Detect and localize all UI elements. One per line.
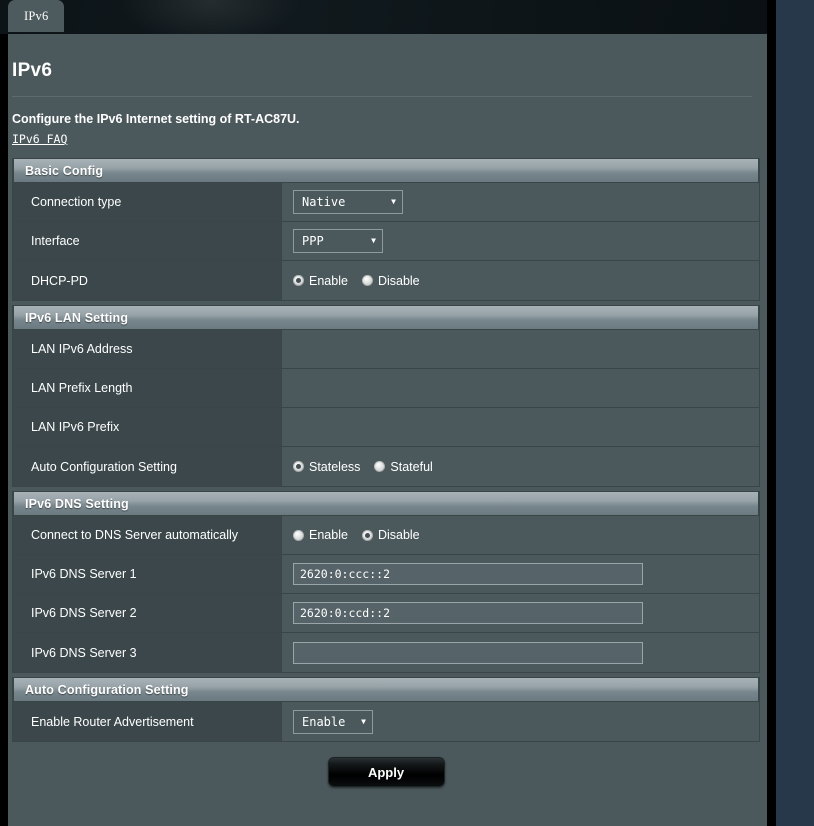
top-header-band bbox=[0, 0, 767, 34]
tab-strip: IPv6 bbox=[8, 0, 65, 34]
input-ipv6-dns-server-2[interactable] bbox=[293, 602, 643, 624]
dropdown-interface[interactable]: PPP ▼ bbox=[293, 229, 383, 253]
dropdown-value-connection-type: Native bbox=[302, 195, 346, 209]
label-ipv6-dns-server-3: IPv6 DNS Server 3 bbox=[13, 633, 282, 672]
section-ipv6-dns-setting: IPv6 DNS Setting Connect to DNS Server au… bbox=[12, 491, 760, 673]
value-cell-dhcp-pd: Enable Disable bbox=[282, 261, 759, 300]
value-cell-interface: PPP ▼ bbox=[282, 222, 759, 260]
radio-button-icon[interactable] bbox=[361, 529, 373, 541]
ipv6-faq-link[interactable]: IPv6 FAQ bbox=[12, 132, 67, 146]
label-enable-router-advertisement: Enable Router Advertisement bbox=[13, 702, 282, 741]
row-dhcp-pd: DHCP-PD Enable Disable bbox=[13, 261, 759, 300]
value-cell-lan-ipv6-prefix bbox=[282, 408, 759, 446]
section-header-auto-configuration-setting-section: Auto Configuration Setting bbox=[13, 677, 759, 702]
radio-label: Enable bbox=[309, 273, 348, 288]
radio-connect-dns-automatically-enable[interactable]: Enable bbox=[293, 528, 348, 542]
tab-ipv6[interactable]: IPv6 bbox=[8, 0, 65, 32]
section-auto-configuration-setting-section: Auto Configuration Setting Enable Router … bbox=[12, 677, 760, 742]
section-basic-config: Basic Config Connection type Native ▼ Interf… bbox=[12, 158, 760, 301]
value-cell-ipv6-dns-server-1 bbox=[282, 555, 759, 593]
radio-button-icon[interactable] bbox=[293, 461, 304, 472]
section-header-ipv6-dns-setting: IPv6 DNS Setting bbox=[13, 491, 759, 516]
apply-bar: Apply bbox=[12, 746, 760, 798]
radio-group-auto-configuration-setting: Stateless Stateful bbox=[293, 460, 433, 474]
value-cell-ipv6-dns-server-2 bbox=[282, 594, 759, 632]
value-cell-ipv6-dns-server-3 bbox=[282, 633, 759, 672]
row-connection-type: Connection type Native ▼ bbox=[13, 183, 759, 222]
radio-button-icon[interactable] bbox=[361, 275, 373, 286]
right-rail-background bbox=[776, 0, 814, 826]
section-header-ipv6-lan-setting: IPv6 LAN Setting bbox=[13, 305, 759, 330]
section-ipv6-lan-setting: IPv6 LAN Setting LAN IPv6 Address LAN Pref… bbox=[12, 305, 760, 487]
label-interface: Interface bbox=[13, 222, 282, 260]
radio-auto-configuration-setting-stateless[interactable]: Stateless bbox=[293, 460, 360, 474]
radio-connect-dns-automatically-disable[interactable]: Disable bbox=[361, 528, 420, 542]
row-auto-configuration-setting: Auto Configuration Setting Stateless State… bbox=[13, 447, 759, 486]
radio-auto-configuration-setting-stateful[interactable]: Stateful bbox=[374, 459, 433, 474]
label-ipv6-dns-server-1: IPv6 DNS Server 1 bbox=[13, 555, 282, 593]
input-ipv6-dns-server-1[interactable] bbox=[293, 563, 643, 585]
radio-button-icon[interactable] bbox=[293, 275, 304, 286]
settings-form: Basic Config Connection type Native ▼ Interf… bbox=[12, 158, 760, 798]
value-cell-enable-router-advertisement: Enable ▼ bbox=[282, 702, 759, 741]
value-cell-connection-type: Native ▼ bbox=[282, 183, 759, 221]
chevron-down-icon: ▼ bbox=[371, 236, 376, 245]
label-lan-ipv6-prefix: LAN IPv6 Prefix bbox=[13, 408, 282, 446]
row-interface: Interface PPP ▼ bbox=[13, 222, 759, 261]
value-cell-auto-configuration-setting: Stateless Stateful bbox=[282, 447, 759, 486]
radio-button-icon[interactable] bbox=[374, 461, 386, 472]
radio-dhcp-pd-disable[interactable]: Disable bbox=[361, 273, 420, 288]
radio-button-icon[interactable] bbox=[293, 529, 304, 541]
label-lan-prefix-length: LAN Prefix Length bbox=[13, 369, 282, 407]
label-connect-dns-automatically: Connect to DNS Server automatically bbox=[13, 516, 282, 554]
label-auto-configuration-setting: Auto Configuration Setting bbox=[13, 447, 282, 486]
label-connection-type: Connection type bbox=[13, 183, 282, 221]
row-connect-dns-automatically: Connect to DNS Server automatically Enabl… bbox=[13, 516, 759, 555]
radio-group-dhcp-pd: Enable Disable bbox=[293, 274, 420, 288]
label-ipv6-dns-server-2: IPv6 DNS Server 2 bbox=[13, 594, 282, 632]
page-title: IPv6 bbox=[12, 60, 53, 81]
value-cell-connect-dns-automatically: Enable Disable bbox=[282, 516, 759, 554]
input-ipv6-dns-server-3[interactable] bbox=[293, 641, 643, 664]
chevron-down-icon: ▼ bbox=[361, 716, 366, 726]
page-description: Configure the IPv6 Internet setting of R… bbox=[12, 112, 300, 126]
chevron-down-icon: ▼ bbox=[391, 197, 396, 206]
dropdown-enable-router-advertisement[interactable]: Enable ▼ bbox=[293, 709, 373, 734]
row-ipv6-dns-server-2: IPv6 DNS Server 2 bbox=[13, 594, 759, 633]
title-divider bbox=[12, 96, 752, 97]
dropdown-connection-type[interactable]: Native ▼ bbox=[293, 190, 403, 214]
row-enable-router-advertisement: Enable Router Advertisement Enable ▼ bbox=[13, 702, 759, 741]
value-cell-lan-prefix-length bbox=[282, 369, 759, 407]
radio-label: Stateless bbox=[309, 459, 361, 474]
row-ipv6-dns-server-3: IPv6 DNS Server 3 bbox=[13, 633, 759, 672]
panel-right-gap bbox=[767, 0, 776, 826]
value-cell-lan-ipv6-address bbox=[282, 330, 759, 368]
radio-label: Stateful bbox=[390, 459, 433, 474]
apply-button[interactable]: Apply bbox=[327, 757, 445, 787]
radio-label: Disable bbox=[377, 528, 420, 542]
radio-label: Enable bbox=[309, 528, 348, 542]
dropdown-value-interface: PPP bbox=[302, 234, 324, 248]
dropdown-value-enable-router-advertisement: Enable bbox=[302, 714, 346, 729]
radio-dhcp-pd-enable[interactable]: Enable bbox=[293, 274, 348, 288]
row-ipv6-dns-server-1: IPv6 DNS Server 1 bbox=[13, 555, 759, 594]
row-lan-prefix-length: LAN Prefix Length bbox=[13, 369, 759, 408]
label-dhcp-pd: DHCP-PD bbox=[13, 261, 282, 300]
row-lan-ipv6-address: LAN IPv6 Address bbox=[13, 330, 759, 369]
row-lan-ipv6-prefix: LAN IPv6 Prefix bbox=[13, 408, 759, 447]
label-lan-ipv6-address: LAN IPv6 Address bbox=[13, 330, 282, 368]
content-panel: IPv6 Configure the IPv6 Internet setting… bbox=[8, 34, 767, 826]
radio-label: Disable bbox=[377, 273, 420, 288]
radio-group-connect-dns-automatically: Enable Disable bbox=[293, 528, 420, 542]
section-header-basic-config: Basic Config bbox=[13, 158, 759, 183]
